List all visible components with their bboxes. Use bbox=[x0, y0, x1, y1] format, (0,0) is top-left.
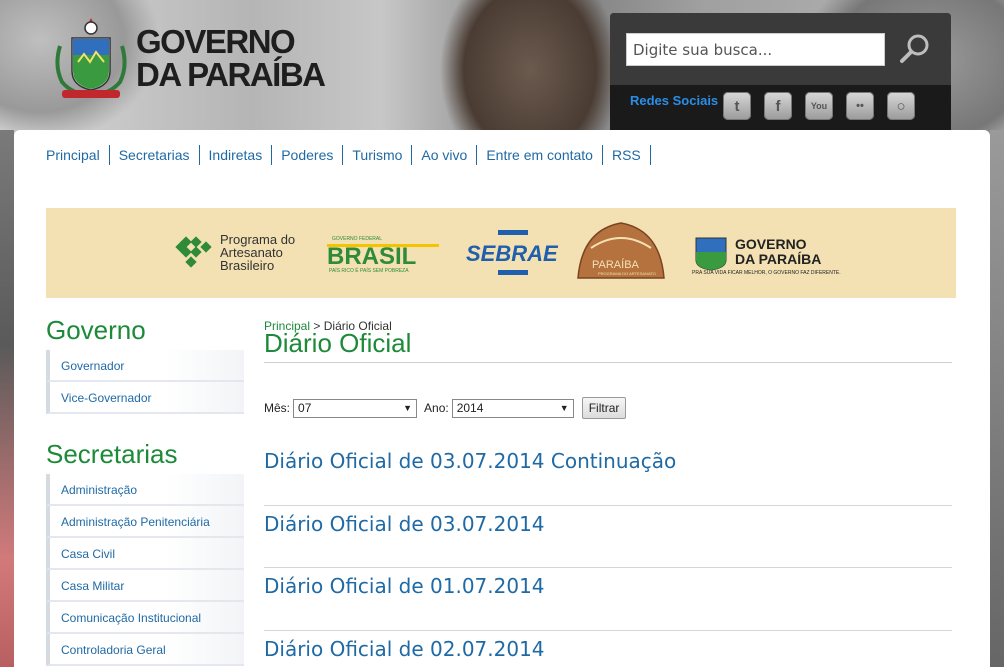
filter-bar: Mês: 07 ▼ Ano: 2014 ▼ Filtrar bbox=[264, 397, 627, 419]
social-icons: t f You •• ○ bbox=[723, 92, 928, 120]
background-edge-right bbox=[990, 130, 1004, 667]
brasil-text: BRASIL bbox=[327, 243, 416, 270]
coat-of-arms-icon bbox=[55, 18, 127, 99]
nav-secretarias[interactable]: Secretarias bbox=[110, 145, 200, 165]
logo-line-1: GOVERNO bbox=[136, 23, 296, 60]
logo-line-2: DA PARAÍBA bbox=[136, 56, 326, 93]
twitter-icon[interactable]: t bbox=[723, 92, 751, 120]
sebrae-text: SEBRAE bbox=[466, 241, 559, 266]
filter-button[interactable]: Filtrar bbox=[581, 397, 627, 419]
year-label: Ano: bbox=[424, 401, 449, 415]
nav-ao-vivo[interactable]: Ao vivo bbox=[412, 145, 478, 165]
result-link[interactable]: Diário Oficial de 02.07.2014 bbox=[264, 631, 952, 667]
brasil-sub: PAÍS RICO É PAÍS SEM POBREZA bbox=[329, 267, 409, 274]
sidebar-item-comunicacao-institucional[interactable]: Comunicação Institucional bbox=[46, 602, 244, 634]
sidebar-heading-governo: Governo bbox=[46, 315, 146, 345]
result-link[interactable]: Diário Oficial de 03.07.2014 Continuação bbox=[264, 443, 952, 506]
instagram-icon[interactable]: ○ bbox=[887, 92, 915, 120]
sidebar-item-controladoria-geral[interactable]: Controladoria Geral bbox=[46, 634, 244, 666]
youtube-icon[interactable]: You bbox=[805, 92, 833, 120]
facebook-icon[interactable]: f bbox=[764, 92, 792, 120]
brasil-top: GOVERNO FEDERAL bbox=[332, 236, 382, 242]
gov-banner-line-1: GOVERNO bbox=[735, 236, 807, 252]
title-divider bbox=[264, 362, 952, 363]
nav-indiretas[interactable]: Indiretas bbox=[200, 145, 273, 165]
result-link[interactable]: Diário Oficial de 03.07.2014 bbox=[264, 506, 952, 568]
nav-principal[interactable]: Principal bbox=[46, 145, 110, 165]
paraiba-sub: PROGRAMA DO ARTESANATO bbox=[598, 271, 656, 276]
sidebar-item-casa-civil[interactable]: Casa Civil bbox=[46, 538, 244, 570]
top-panel: Redes Sociais t f You •• ○ bbox=[610, 13, 951, 130]
chevron-down-icon: ▼ bbox=[403, 403, 413, 413]
chevron-down-icon: ▼ bbox=[559, 403, 569, 413]
nav-entre-em-contato[interactable]: Entre em contato bbox=[477, 145, 603, 165]
site-logo[interactable]: GOVERNO DA PARAÍBA bbox=[52, 16, 326, 100]
sidebar-list-secretarias: Administração Administração Penitenciári… bbox=[46, 474, 244, 666]
main-card: Principal Secretarias Indiretas Poderes … bbox=[14, 130, 990, 667]
social-label: Redes Sociais bbox=[630, 93, 719, 108]
main-nav: Principal Secretarias Indiretas Poderes … bbox=[46, 145, 651, 165]
sidebar-item-casa-militar[interactable]: Casa Militar bbox=[46, 570, 244, 602]
results-list: Diário Oficial de 03.07.2014 Continuação… bbox=[264, 443, 952, 667]
nav-poderes[interactable]: Poderes bbox=[272, 145, 344, 165]
artesanato-logo: Programa do Artesanato Brasileiro bbox=[175, 232, 295, 273]
sidebar-heading-secretarias: Secretarias bbox=[46, 439, 178, 469]
flickr-icon[interactable]: •• bbox=[846, 92, 874, 120]
sebrae-logo: SEBRAE bbox=[466, 230, 559, 275]
sidebar-item-governador[interactable]: Governador bbox=[46, 350, 244, 382]
paraiba-artesanato-logo: PARAÍBA PROGRAMA DO ARTESANATO bbox=[577, 222, 665, 279]
page-title: Diário Oficial bbox=[264, 328, 412, 358]
month-value: 07 bbox=[298, 401, 312, 415]
nav-rss[interactable]: RSS bbox=[603, 145, 651, 165]
sidebar-item-administracao-penitenciaria[interactable]: Administração Penitenciária bbox=[46, 506, 244, 538]
gov-banner-sub: PRA SUA VIDA FICAR MELHOR, O GOVERNO FAZ… bbox=[692, 270, 841, 276]
paraiba-text: PARAÍBA bbox=[592, 258, 640, 271]
sidebar-item-vice-governador[interactable]: Vice-Governador bbox=[46, 382, 244, 414]
governo-paraiba-logo: GOVERNO DA PARAÍBA PRA SUA VIDA FICAR ME… bbox=[692, 236, 841, 276]
partners-logos: Programa do Artesanato Brasileiro GOVERN… bbox=[175, 222, 841, 279]
nav-turismo[interactable]: Turismo bbox=[343, 145, 413, 165]
partners-banner: Programa do Artesanato Brasileiro GOVERN… bbox=[46, 208, 956, 298]
sidebar-list-governo: Governador Vice-Governador bbox=[46, 350, 244, 414]
search-icon[interactable] bbox=[898, 31, 934, 67]
month-label: Mês: bbox=[264, 401, 291, 415]
artesanato-line-3: Brasileiro bbox=[220, 258, 274, 273]
search-bar bbox=[610, 13, 951, 85]
month-select[interactable]: 07 ▼ bbox=[293, 398, 418, 418]
year-select[interactable]: 2014 ▼ bbox=[451, 398, 574, 418]
sidebar-item-administracao[interactable]: Administração bbox=[46, 474, 244, 506]
background-edge-left bbox=[0, 130, 14, 667]
gov-banner-line-2: DA PARAÍBA bbox=[735, 251, 821, 267]
brasil-logo: GOVERNO FEDERAL BRASIL PAÍS RICO É PAÍS … bbox=[327, 236, 439, 274]
year-value: 2014 bbox=[456, 401, 484, 415]
search-input[interactable] bbox=[626, 33, 885, 66]
result-link[interactable]: Diário Oficial de 01.07.2014 bbox=[264, 568, 952, 631]
